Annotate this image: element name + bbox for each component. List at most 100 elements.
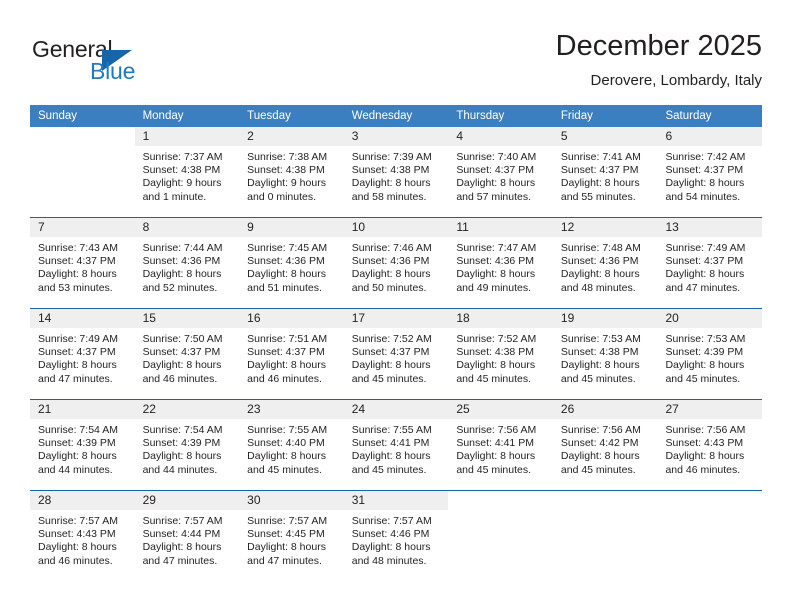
calendar-day-cell[interactable]: 5 Sunrise: 7:41 AM Sunset: 4:37 PM Daylight… [552,127,658,217]
day-number: 17 [343,309,449,328]
calendar-week-inner: 14 Sunrise: 7:49 AM Sunset: 4:37 PM Dayligh… [30,309,763,399]
daylight-text: Daylight: 8 hours [456,450,536,463]
day-details: Sunrise: 7:45 AM Sunset: 4:36 PM Daylight:… [239,237,344,295]
sunset-text: Sunset: 4:37 PM [38,255,116,268]
calendar-day-cell[interactable]: 30 Sunrise: 7:57 AM Sunset: 4:45 PM Dayligh… [239,491,344,581]
calendar-day-cell[interactable]: 27 Sunrise: 7:56 AM Sunset: 4:43 PM Dayligh… [657,400,763,490]
day-details: Sunrise: 7:57 AM Sunset: 4:43 PM Daylight:… [30,510,135,568]
daylight-text-cont: and 54 minutes. [665,190,741,203]
sunrise-text: Sunrise: 7:43 AM [38,242,118,254]
sunrise-text: Sunrise: 7:44 AM [142,242,223,254]
daylight-text-cont: and 1 minute. [142,190,207,203]
calendar-day-cell[interactable]: 19 Sunrise: 7:53 AM Sunset: 4:38 PM Dayligh… [552,309,658,399]
day-number [657,491,762,510]
day-number: 26 [552,400,658,419]
day-details: Sunrise: 7:44 AM Sunset: 4:36 PM Daylight:… [135,237,240,295]
day-details: Sunrise: 7:49 AM Sunset: 4:37 PM Daylight:… [30,328,135,386]
weekday-header-thursday: Thursday [456,110,505,122]
weekday-header-wednesday: Wednesday [351,110,413,122]
daylight-text-cont: and 47 minutes. [665,281,741,294]
day-details: Sunrise: 7:56 AM Sunset: 4:41 PM Daylight:… [448,419,553,477]
calendar-weeks: 1 Sunrise: 7:37 AM Sunset: 4:38 PM Daylight… [30,127,763,581]
day-details: Sunrise: 7:53 AM Sunset: 4:38 PM Daylight:… [553,328,658,386]
daylight-text-cont: and 48 minutes. [560,281,636,294]
sunset-text: Sunset: 4:43 PM [665,437,744,450]
daylight-text-cont: and 46 minutes. [142,372,218,385]
daylight-text: Daylight: 8 hours [38,268,117,281]
calendar-day-cell[interactable]: 17 Sunrise: 7:52 AM Sunset: 4:37 PM Dayligh… [343,309,449,399]
daylight-text: Daylight: 8 hours [560,450,640,463]
calendar-day-cell[interactable]: 24 Sunrise: 7:55 AM Sunset: 4:41 PM Dayligh… [343,400,449,490]
daylight-text-cont: and 49 minutes. [456,281,532,294]
sunrise-text: Sunrise: 7:57 AM [38,515,118,527]
calendar-day-cell[interactable]: 25 Sunrise: 7:56 AM Sunset: 4:41 PM Dayligh… [448,400,553,490]
sunrise-text: Sunrise: 7:42 AM [665,151,746,163]
sunrise-text: Sunrise: 7:41 AM [560,151,641,163]
calendar-day-cell[interactable]: 23 Sunrise: 7:55 AM Sunset: 4:40 PM Dayligh… [239,400,344,490]
daylight-text: Daylight: 8 hours [665,450,745,463]
calendar-day-cell[interactable]: 10 Sunrise: 7:46 AM Sunset: 4:36 PM Dayligh… [343,218,449,308]
calendar-day-cell[interactable]: 16 Sunrise: 7:51 AM Sunset: 4:37 PM Dayligh… [239,309,344,399]
calendar-day-cell[interactable]: 3 Sunrise: 7:39 AM Sunset: 4:38 PM Daylight… [343,127,449,217]
calendar-day-cell[interactable]: 31 Sunrise: 7:57 AM Sunset: 4:46 PM Dayligh… [343,491,449,581]
calendar-day-cell[interactable]: 9 Sunrise: 7:45 AM Sunset: 4:36 PM Daylight… [239,218,344,308]
daylight-text-cont: and 45 minutes. [456,372,532,385]
daylight-text: Daylight: 8 hours [456,268,536,281]
calendar-day-cell[interactable]: 8 Sunrise: 7:44 AM Sunset: 4:36 PM Daylight… [134,218,240,308]
calendar-day-cell[interactable]: 11 Sunrise: 7:47 AM Sunset: 4:36 PM Dayligh… [448,218,553,308]
daylight-text-cont: and 48 minutes. [351,554,427,567]
day-number: 8 [134,218,240,237]
sunrise-text: Sunrise: 7:38 AM [247,151,328,163]
daylight-text: Daylight: 8 hours [142,450,222,463]
calendar-day-cell[interactable]: 13 Sunrise: 7:49 AM Sunset: 4:37 PM Dayligh… [657,218,763,308]
title-block: December 2025 Derovere, Lombardy, Italy [556,28,762,92]
daylight-text: Daylight: 8 hours [665,359,745,372]
day-details: Sunrise: 7:55 AM Sunset: 4:41 PM Daylight:… [344,419,449,477]
calendar-day-cell[interactable]: 29 Sunrise: 7:57 AM Sunset: 4:44 PM Dayligh… [134,491,240,581]
day-details: Sunrise: 7:38 AM Sunset: 4:38 PM Daylight:… [239,146,344,204]
calendar-day-cell[interactable]: 12 Sunrise: 7:48 AM Sunset: 4:36 PM Dayligh… [552,218,658,308]
sunset-text: Sunset: 4:37 PM [560,164,639,177]
sunrise-text: Sunrise: 7:37 AM [142,151,223,163]
sunset-text: Sunset: 4:38 PM [142,164,221,177]
daylight-text: Daylight: 8 hours [665,177,745,190]
day-details: Sunrise: 7:52 AM Sunset: 4:37 PM Daylight:… [344,328,449,386]
sunrise-text: Sunrise: 7:49 AM [665,242,746,254]
calendar-day-cell[interactable]: 20 Sunrise: 7:53 AM Sunset: 4:39 PM Dayligh… [657,309,763,399]
calendar-day-cell[interactable]: 18 Sunrise: 7:52 AM Sunset: 4:38 PM Dayligh… [448,309,553,399]
sunrise-text: Sunrise: 7:48 AM [560,242,641,254]
day-details: Sunrise: 7:52 AM Sunset: 4:38 PM Daylight:… [448,328,553,386]
sunset-text: Sunset: 4:38 PM [247,164,325,177]
calendar-day-cell[interactable]: 4 Sunrise: 7:40 AM Sunset: 4:37 PM Daylight… [448,127,553,217]
daylight-text: Daylight: 8 hours [142,268,222,281]
sunrise-text: Sunrise: 7:47 AM [456,242,537,254]
sunrise-text: Sunrise: 7:53 AM [560,333,641,345]
sunset-text: Sunset: 4:37 PM [38,346,116,359]
day-details [448,510,553,515]
sunset-text: Sunset: 4:37 PM [247,346,325,359]
calendar-day-cell[interactable]: 22 Sunrise: 7:54 AM Sunset: 4:39 PM Dayligh… [134,400,240,490]
calendar-day-cell[interactable]: 14 Sunrise: 7:49 AM Sunset: 4:37 PM Dayligh… [30,309,135,399]
day-number: 2 [239,127,344,146]
sunset-text: Sunset: 4:36 PM [351,255,430,268]
calendar-day-cell[interactable]: 15 Sunrise: 7:50 AM Sunset: 4:37 PM Dayligh… [134,309,240,399]
calendar-day-cell[interactable]: 1 Sunrise: 7:37 AM Sunset: 4:38 PM Daylight… [134,127,240,217]
sunrise-text: Sunrise: 7:56 AM [665,424,746,436]
day-details: Sunrise: 7:46 AM Sunset: 4:36 PM Daylight:… [344,237,449,295]
brand-logo[interactable]: General Blue [30,36,210,92]
weekday-header-sunday: Sunday [38,110,78,122]
calendar-week-inner: 7 Sunrise: 7:43 AM Sunset: 4:37 PM Daylight… [30,218,763,308]
daylight-text-cont: and 51 minutes. [247,281,322,294]
brand-name-blue: Blue [90,58,136,84]
day-details: Sunrise: 7:40 AM Sunset: 4:37 PM Daylight:… [448,146,553,204]
sunset-text: Sunset: 4:39 PM [142,437,221,450]
calendar-day-cell[interactable]: 26 Sunrise: 7:56 AM Sunset: 4:42 PM Dayligh… [552,400,658,490]
day-details: Sunrise: 7:56 AM Sunset: 4:43 PM Daylight:… [657,419,762,477]
calendar-day-cell[interactable]: 2 Sunrise: 7:38 AM Sunset: 4:38 PM Daylight… [239,127,344,217]
daylight-text-cont: and 45 minutes. [247,463,322,476]
calendar-day-cell[interactable]: 7 Sunrise: 7:43 AM Sunset: 4:37 PM Daylight… [30,218,135,308]
calendar-day-cell[interactable]: 28 Sunrise: 7:57 AM Sunset: 4:43 PM Dayligh… [30,491,135,581]
calendar-day-cell[interactable]: 6 Sunrise: 7:42 AM Sunset: 4:37 PM Daylight… [657,127,763,217]
calendar-day-cell[interactable]: 21 Sunrise: 7:54 AM Sunset: 4:39 PM Dayligh… [30,400,135,490]
sunset-text: Sunset: 4:36 PM [456,255,534,268]
